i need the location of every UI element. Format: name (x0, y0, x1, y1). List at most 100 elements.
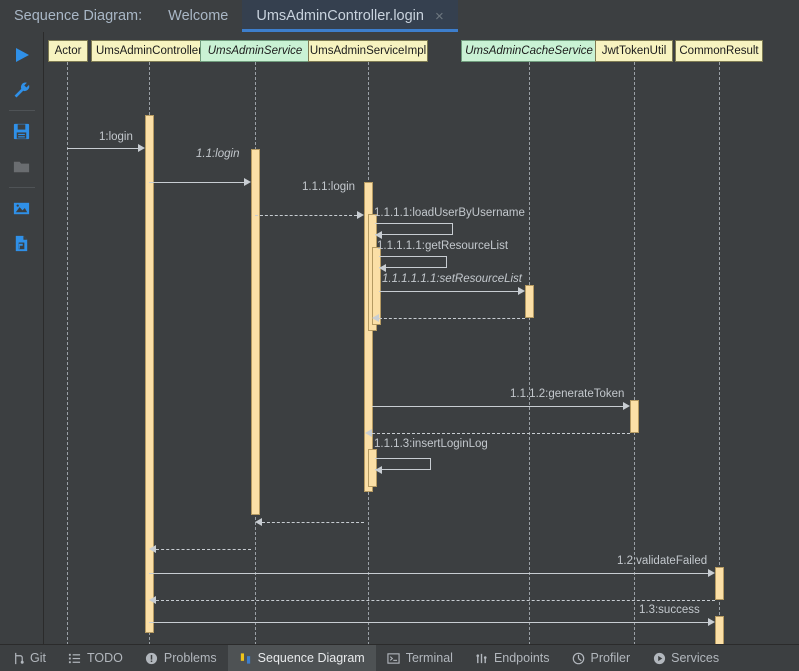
lifeline-actor (67, 62, 68, 645)
toolbar-divider-2 (8, 187, 35, 188)
lifeline-umsadmincacheservice (529, 62, 530, 645)
return-arrow-setresourcelist (372, 314, 379, 322)
message-arrow-1-1-1-1-loaduserbyusername (375, 231, 382, 239)
terminal-icon (387, 651, 401, 665)
participant-umsadminservice[interactable]: UmsAdminService (200, 40, 310, 62)
profiler-icon (572, 651, 586, 665)
message-line-1-login (67, 148, 138, 149)
sequence-icon (239, 651, 253, 665)
git-icon (11, 651, 25, 665)
status-item-problems[interactable]: Problems (134, 645, 228, 671)
wrench-icon[interactable] (0, 72, 43, 107)
activation-jwttokenutil[interactable] (630, 400, 639, 433)
activation-commonresult-1[interactable] (715, 567, 724, 600)
todo-icon (68, 651, 82, 665)
activation-umsadmincacheservice[interactable] (525, 285, 534, 318)
message-label-generatetoken[interactable]: 1.1.1.2:generateToken (510, 388, 624, 401)
message-arrow-1-1-login (244, 178, 251, 186)
status-item-todo[interactable]: TODO (57, 645, 134, 671)
status-item-services-label: Services (671, 651, 720, 665)
tab-umsadmincontroller-login-label: UmsAdminController.login (256, 8, 424, 24)
participant-actor[interactable]: Actor (48, 40, 88, 62)
close-icon[interactable]: × (435, 9, 444, 24)
toolbar-divider-1 (8, 110, 35, 111)
return-arrow-service-to-controller (149, 545, 156, 553)
editor-tab-bar: Sequence Diagram: Welcome UmsAdminContro… (0, 0, 799, 33)
return-line-service-to-controller (156, 549, 251, 550)
activation-commonresult-2[interactable] (715, 616, 724, 645)
tab-welcome[interactable]: Welcome (154, 0, 242, 32)
ide-window: Sequence Diagram: Welcome UmsAdminContro… (0, 0, 799, 671)
folder-icon[interactable] (0, 149, 43, 184)
message-label-validatefailed[interactable]: 1.2:validateFailed (617, 555, 707, 568)
message-arrow-1-login (138, 144, 145, 152)
return-arrow-validatefailed (149, 596, 156, 604)
return-line-validatefailed (156, 600, 715, 601)
participant-jwttokenutil[interactable]: JwtTokenUtil (595, 40, 673, 62)
message-arrow-1-1-1-1-1-getresourcelist (379, 264, 386, 272)
problems-icon (145, 651, 159, 665)
tab-umsadmincontroller-login[interactable]: UmsAdminController.login × (242, 0, 459, 32)
sequence-diagram-canvas[interactable]: Actor UmsAdminController UmsAdminService… (44, 32, 799, 645)
status-item-sequence-diagram-label: Sequence Diagram (257, 651, 365, 665)
message-selfbox-getresourcelist (379, 256, 447, 268)
message-line-1-1-login (149, 182, 244, 183)
message-label-1-1-login[interactable]: 1.1:login (196, 148, 239, 161)
status-item-git-label: Git (30, 651, 46, 665)
return-arrow-generatetoken (365, 429, 372, 437)
diagram-toolbar (0, 32, 44, 645)
message-arrow-validatefailed (708, 569, 715, 577)
status-bar: Git TODO Problems Sequence Diagram Termi… (0, 644, 799, 671)
message-label-setresourcelist[interactable]: 1.1.1.1.1.1:setResourceList (382, 273, 522, 286)
return-line-setresourcelist (379, 318, 525, 319)
export-file-icon[interactable] (0, 226, 43, 261)
message-arrow-1-1-1-login (357, 211, 364, 219)
lifeline-commonresult (719, 62, 720, 645)
message-label-1-1-1-1-loaduserbyusername[interactable]: 1.1.1.1:loadUserByUsername (374, 207, 525, 220)
message-line-1-1-1-login (255, 215, 357, 216)
status-item-services[interactable]: Services (641, 645, 730, 671)
status-item-endpoints-label: Endpoints (493, 651, 550, 665)
message-line-generatetoken (372, 406, 623, 407)
status-item-profiler[interactable]: Profiler (561, 645, 642, 671)
activation-umsadmincontroller[interactable] (145, 115, 154, 633)
status-item-terminal[interactable]: Terminal (376, 645, 464, 671)
message-selfbox-loaduserbyusername (375, 223, 453, 235)
status-item-sequence-diagram[interactable]: Sequence Diagram (227, 645, 376, 671)
message-label-1-1-1-login[interactable]: 1.1.1:login (302, 181, 355, 194)
message-arrow-setresourcelist (518, 287, 525, 295)
tab-welcome-label: Welcome (168, 8, 229, 24)
activation-umsadminservice[interactable] (251, 149, 260, 515)
status-item-endpoints[interactable]: Endpoints (464, 645, 561, 671)
message-line-success (149, 622, 708, 623)
image-icon[interactable] (0, 191, 43, 226)
participant-umsadmincontroller[interactable]: UmsAdminController (91, 40, 207, 62)
diagram-content: Actor UmsAdminController UmsAdminService… (44, 32, 799, 645)
return-line-generatetoken (372, 433, 630, 434)
status-item-terminal-label: Terminal (405, 651, 453, 665)
status-item-todo-label: TODO (86, 651, 123, 665)
message-arrow-success (708, 618, 715, 626)
message-arrow-insertloginlog (375, 466, 382, 474)
endpoints-icon (475, 651, 489, 665)
message-arrow-generatetoken (623, 402, 630, 410)
return-arrow-impl-to-service (255, 518, 262, 526)
message-label-success[interactable]: 1.3:success (639, 604, 700, 617)
message-line-validatefailed (149, 573, 708, 574)
message-selfbox-insertloginlog (375, 458, 431, 470)
message-label-insertloginlog[interactable]: 1.1.1.3:insertLoginLog (374, 438, 488, 451)
run-icon[interactable] (0, 37, 43, 72)
editor-kind-label: Sequence Diagram: (14, 7, 143, 24)
status-item-problems-label: Problems (163, 651, 217, 665)
services-icon (652, 651, 666, 665)
message-line-setresourcelist (379, 291, 518, 292)
participant-umsadminserviceimpl[interactable]: UmsAdminServiceImpl (308, 40, 428, 62)
save-icon[interactable] (0, 114, 43, 149)
participant-commonresult[interactable]: CommonResult (675, 40, 763, 62)
return-line-impl-to-service (262, 522, 364, 523)
participant-umsadmincacheservice[interactable]: UmsAdminCacheService (461, 40, 597, 62)
message-label-1-login[interactable]: 1:login (99, 131, 133, 144)
message-label-1-1-1-1-1-getresourcelist[interactable]: 1.1.1.1.1:getResourceList (377, 240, 508, 253)
status-item-profiler-label: Profiler (590, 651, 631, 665)
status-item-git[interactable]: Git (0, 645, 57, 671)
